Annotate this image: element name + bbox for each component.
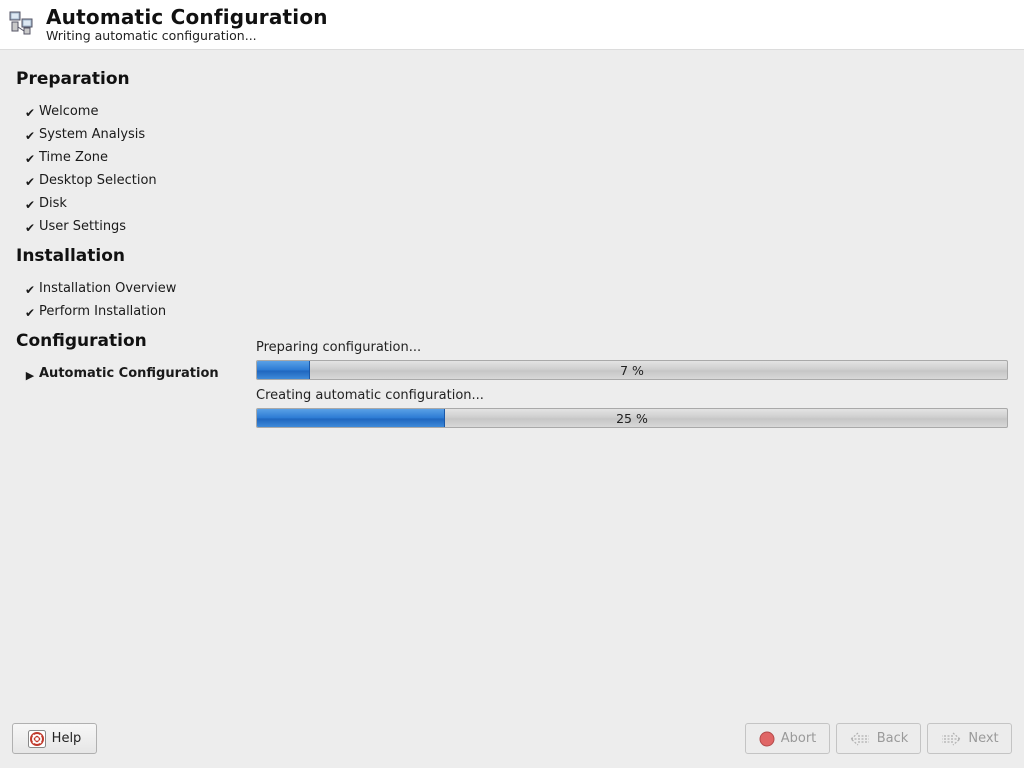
step-label: Disk — [39, 195, 67, 211]
checkmark-icon: ✔ — [24, 283, 36, 297]
arrow-left-icon — [849, 731, 871, 747]
header-banner: Automatic Configuration Writing automati… — [0, 0, 1024, 50]
progress-bar-preparing: 7 % — [256, 360, 1008, 380]
section-title-configuration: Configuration — [16, 331, 147, 351]
step-label: Welcome — [39, 103, 99, 119]
step-label: System Analysis — [39, 126, 146, 142]
stop-circle-icon — [759, 731, 775, 747]
progress-bar-creating: 25 % — [256, 408, 1008, 428]
step-label: Time Zone — [39, 149, 109, 165]
current-step-arrow-icon: ▶ — [25, 368, 35, 382]
help-button-label: Help — [51, 731, 82, 746]
progress-label-creating: Creating automatic configuration... — [256, 388, 484, 403]
step-label: Desktop Selection — [39, 172, 157, 188]
section-title-installation: Installation — [16, 246, 126, 266]
abort-button-label: Abort — [780, 731, 817, 746]
checkmark-icon: ✔ — [24, 152, 36, 166]
step-installation-overview: ✔ Installation Overview — [22, 278, 176, 298]
back-button[interactable]: Back — [836, 723, 921, 754]
back-button-label: Back — [876, 731, 909, 746]
checkmark-icon: ✔ — [24, 175, 36, 189]
step-disk: ✔ Disk — [22, 193, 67, 213]
abort-button[interactable]: Abort — [745, 723, 830, 754]
checkmark-icon: ✔ — [24, 198, 36, 212]
step-label: Perform Installation — [39, 303, 167, 319]
arrow-right-icon — [940, 731, 962, 747]
step-welcome: ✔ Welcome — [22, 101, 99, 121]
progress-percent-text: 25 % — [616, 410, 648, 426]
step-label: Automatic Configuration — [39, 365, 219, 381]
page-subtitle: Writing automatic configuration... — [46, 28, 257, 43]
help-lifebuoy-icon — [27, 729, 46, 748]
network-config-icon — [9, 11, 33, 35]
next-button-label: Next — [968, 731, 999, 746]
checkmark-icon: ✔ — [24, 306, 36, 320]
help-button[interactable]: Help — [12, 723, 97, 754]
checkmark-icon: ✔ — [24, 106, 36, 120]
step-label: User Settings — [39, 218, 127, 234]
step-user-settings: ✔ User Settings — [22, 216, 126, 236]
progress-label-preparing: Preparing configuration... — [256, 340, 422, 355]
progress-percent-text: 7 % — [620, 362, 644, 378]
checkmark-icon: ✔ — [24, 221, 36, 235]
step-system-analysis: ✔ System Analysis — [22, 124, 145, 144]
step-desktop-selection: ✔ Desktop Selection — [22, 170, 157, 190]
checkmark-icon: ✔ — [24, 129, 36, 143]
step-perform-installation: ✔ Perform Installation — [22, 301, 166, 321]
section-title-preparation: Preparation — [16, 69, 130, 89]
step-time-zone: ✔ Time Zone — [22, 147, 108, 167]
next-button[interactable]: Next — [927, 723, 1012, 754]
step-label: Installation Overview — [39, 280, 177, 296]
page-title: Automatic Configuration — [46, 5, 328, 29]
step-automatic-configuration: ▶ Automatic Configuration — [22, 363, 219, 383]
